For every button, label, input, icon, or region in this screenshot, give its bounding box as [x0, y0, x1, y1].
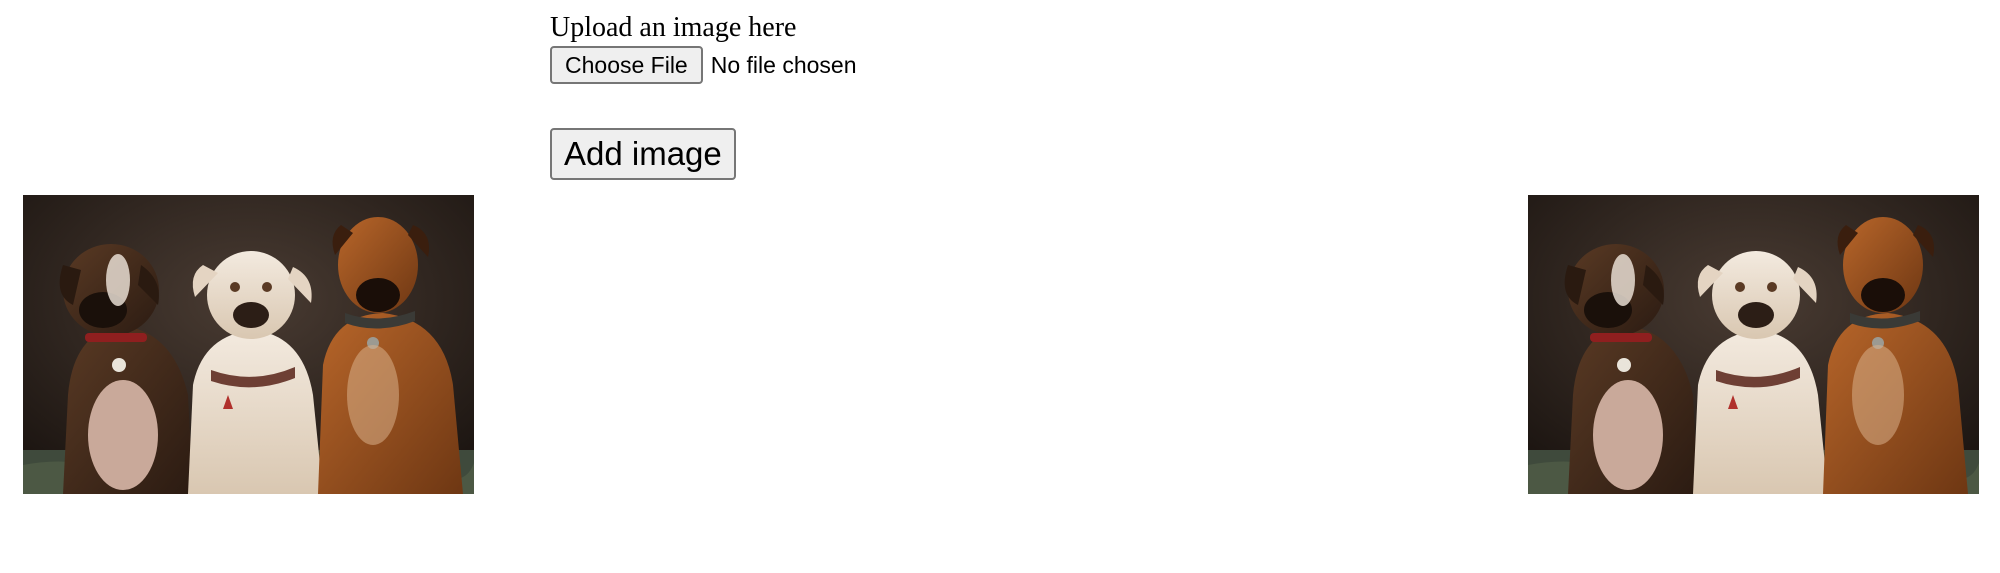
add-image-button[interactable]: Add image — [550, 128, 736, 180]
upload-label: Upload an image here — [550, 12, 797, 43]
dogs-image-right — [1528, 195, 1979, 494]
dogs-image-left — [23, 195, 474, 494]
file-input[interactable]: Choose File No file chosen — [550, 46, 856, 84]
file-status-text: No file chosen — [710, 51, 857, 78]
choose-file-button[interactable]: Choose File — [550, 46, 703, 84]
